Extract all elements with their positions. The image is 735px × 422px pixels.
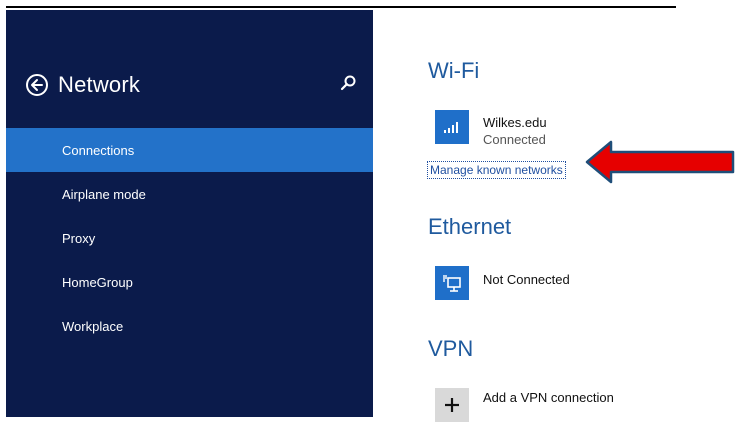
ethernet-heading: Ethernet <box>428 214 512 239</box>
red-arrow-annotation <box>585 140 735 184</box>
wifi-network-info[interactable]: Wilkes.edu Connected <box>483 114 547 148</box>
add-vpn-label[interactable]: Add a VPN connection <box>483 389 614 406</box>
vpn-heading: VPN <box>428 336 474 361</box>
sidebar-item-proxy[interactable]: Proxy <box>6 216 373 260</box>
manage-known-networks-link[interactable]: Manage known networks <box>427 161 566 179</box>
back-arrow-icon[interactable] <box>26 74 48 96</box>
wifi-heading: Wi-Fi <box>428 58 480 83</box>
sidebar-item-label: HomeGroup <box>62 274 133 290</box>
ethernet-icon <box>443 275 461 292</box>
search-icon[interactable] <box>339 74 357 92</box>
ethernet-status[interactable]: Not Connected <box>483 271 570 288</box>
connections-panel: Wi-Fi Wilkes.edu Connected Manage known … <box>373 10 735 422</box>
sidebar-item-airplane-mode[interactable]: Airplane mode <box>6 172 373 216</box>
sidebar-item-workplace[interactable]: Workplace <box>6 304 373 348</box>
add-vpn-tile[interactable] <box>435 388 469 422</box>
wifi-network-name: Wilkes.edu <box>483 115 547 130</box>
plus-icon <box>445 398 459 412</box>
wifi-signal-icon <box>444 122 458 133</box>
sidebar-header: Network <box>26 68 140 102</box>
sidebar-item-homegroup[interactable]: HomeGroup <box>6 260 373 304</box>
wifi-network-tile[interactable] <box>435 110 469 144</box>
sidebar-nav: Connections Airplane mode Proxy HomeGrou… <box>6 128 373 348</box>
sidebar-item-connections[interactable]: Connections <box>6 128 373 172</box>
top-border-line <box>6 6 676 8</box>
ethernet-tile[interactable] <box>435 266 469 300</box>
sidebar-item-label: Workplace <box>62 318 124 334</box>
sidebar-item-label: Proxy <box>62 230 96 246</box>
wifi-status: Connected <box>483 132 546 147</box>
settings-sidebar: Network Connections Airplane mode Proxy … <box>6 10 373 417</box>
sidebar-title: Network <box>58 72 141 97</box>
sidebar-item-label: Airplane mode <box>62 186 146 202</box>
sidebar-item-label: Connections <box>62 142 135 158</box>
